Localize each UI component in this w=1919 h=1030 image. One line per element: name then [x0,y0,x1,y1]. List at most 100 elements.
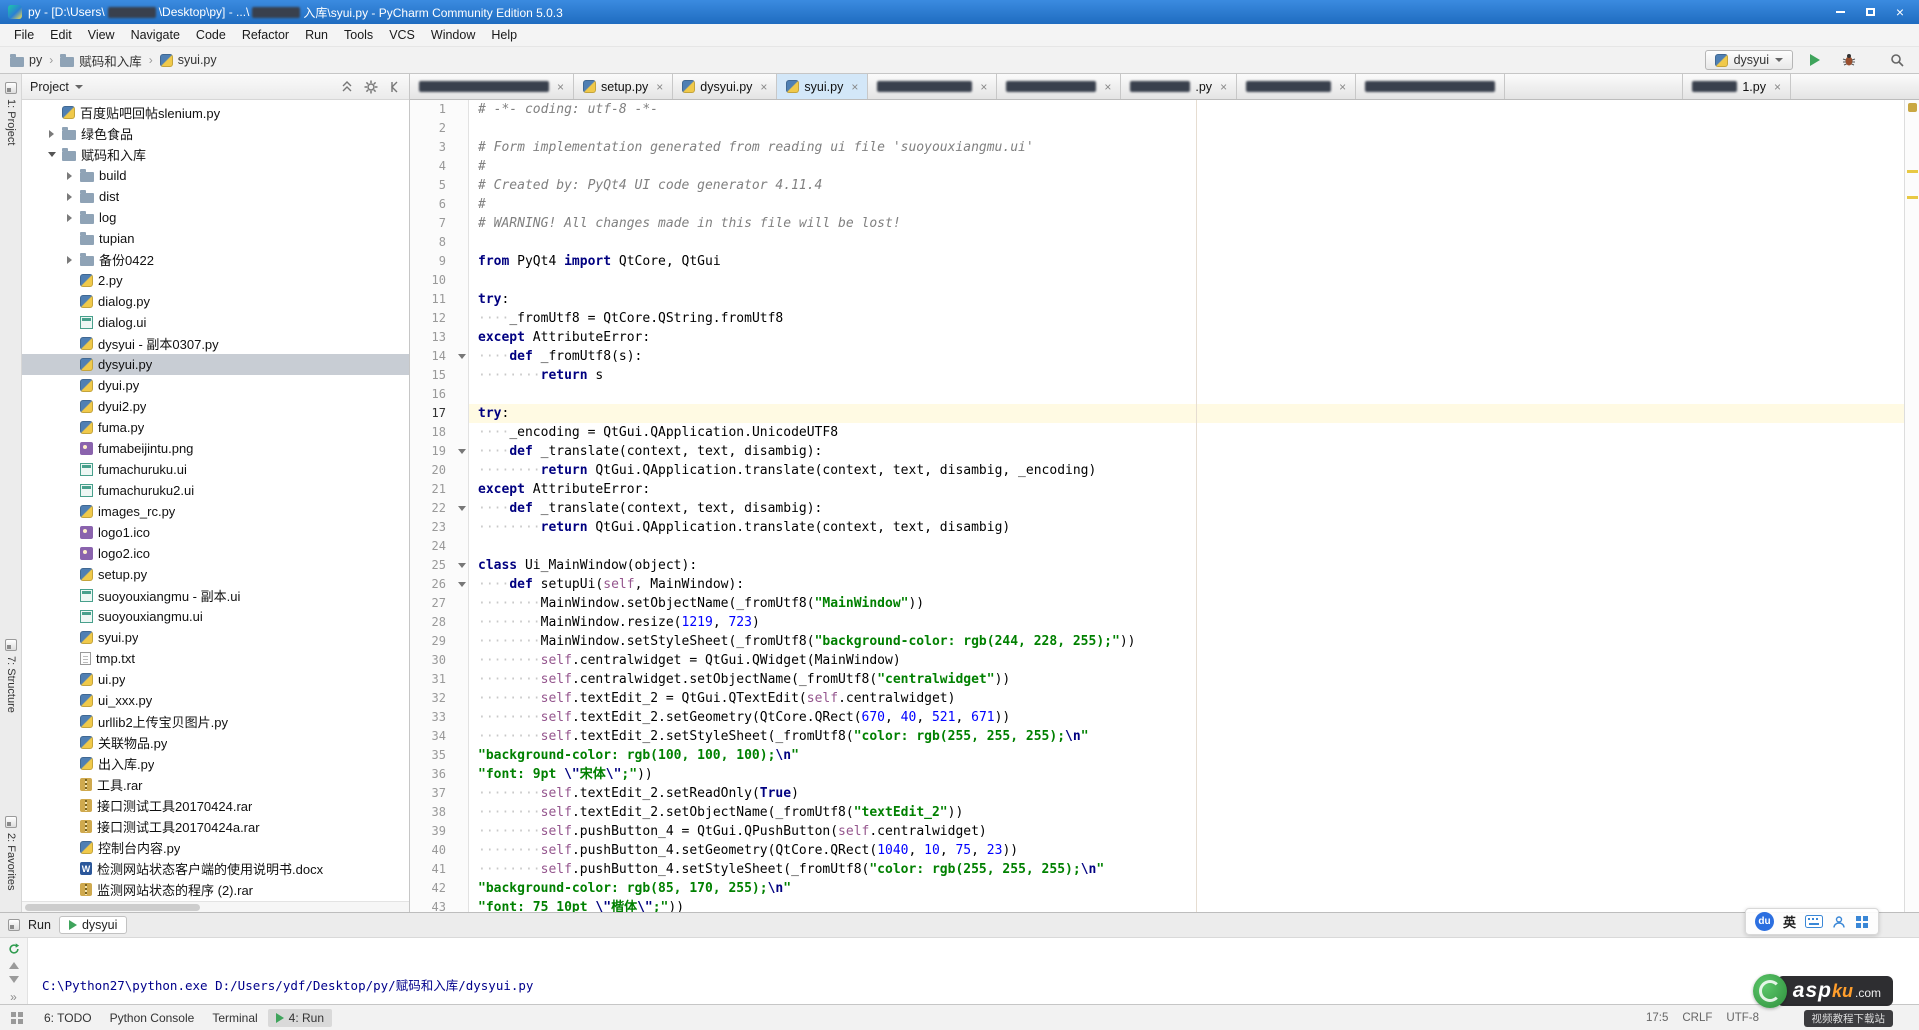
close-icon[interactable]: × [1339,80,1346,94]
minimize-button[interactable] [1825,2,1855,22]
hide-panel-icon[interactable] [389,81,401,93]
menu-item-refactor[interactable]: Refactor [234,26,297,44]
expand-arrow-icon[interactable] [46,130,57,138]
editor-tab-setup-py[interactable]: setup.py× [574,74,673,99]
close-icon[interactable]: × [1104,80,1111,94]
editor-tab-redacted[interactable] [1356,74,1505,99]
tree-item[interactable]: dist [22,186,409,207]
baidu-ime-icon[interactable]: du [1755,912,1774,931]
tree-item[interactable]: suoyouxiangmu - 副本.ui [22,585,409,606]
tree-item[interactable]: 关联物品.py [22,732,409,753]
editor-tab-redacted[interactable]: × [1237,74,1356,99]
tree-item[interactable]: dysyui - 副本0307.py [22,333,409,354]
editor-tab-redacted[interactable]: × [410,74,574,99]
tree-item[interactable]: suoyouxiangmu.ui [22,606,409,627]
collapse-all-icon[interactable] [341,81,353,93]
run-button[interactable] [1803,49,1827,71]
toolwindow-button-terminal[interactable]: Terminal [204,1009,265,1027]
menu-item-tools[interactable]: Tools [336,26,381,44]
tree-item[interactable]: 百度贴吧回帖slenium.py [22,102,409,123]
run-console[interactable]: C:\Python27\python.exe D:/Users/ydf/Desk… [28,938,1919,1004]
close-icon[interactable]: × [656,80,663,94]
close-icon[interactable]: × [1220,80,1227,94]
tree-item[interactable]: dysyui.py [22,354,409,375]
tree-item[interactable]: images_rc.py [22,501,409,522]
fold-marker-icon[interactable] [456,575,469,594]
tree-item[interactable]: ui_xxx.py [22,690,409,711]
collapse-arrow-icon[interactable] [46,152,57,157]
tree-item[interactable]: 2.py [22,270,409,291]
close-icon[interactable]: × [851,80,858,94]
expand-arrow-icon[interactable] [64,256,75,264]
project-view-selector[interactable]: Project [30,80,83,94]
tree-item[interactable]: 工具.rar [22,774,409,795]
tree-item[interactable]: fuma.py [22,417,409,438]
breadcrumb-item[interactable]: py [10,53,42,67]
editor-tab-redacted[interactable]: .py× [1121,74,1237,99]
editor-tab-redacted[interactable]: × [997,74,1121,99]
fold-marker-icon[interactable] [456,442,469,461]
grid-icon[interactable] [1855,915,1869,929]
person-icon[interactable] [1832,915,1846,929]
tree-item[interactable]: 监测网站状态的程序 (2).rar [22,879,409,900]
toolwindow-button-4-run[interactable]: 4: Run [268,1009,332,1027]
close-icon[interactable]: × [557,80,564,94]
breadcrumb-item[interactable]: syui.py [160,53,217,67]
horizontal-scrollbar[interactable] [22,901,409,912]
keyboard-icon[interactable] [1805,915,1823,928]
editor-tab-redacted[interactable]: × [868,74,997,99]
more-icon[interactable]: » [10,990,17,1004]
close-icon[interactable]: × [760,80,767,94]
tree-item[interactable]: tupian [22,228,409,249]
tree-item[interactable]: dialog.py [22,291,409,312]
tree-item[interactable]: fumachuruku2.ui [22,480,409,501]
rerun-icon[interactable] [7,943,21,955]
tree-item[interactable]: ui.py [22,669,409,690]
title-bar[interactable]: py - [D:\Users\ \Desktop\py] - ...\ 入库\s… [0,0,1919,24]
menu-item-view[interactable]: View [80,26,123,44]
close-icon[interactable]: × [1774,80,1781,94]
editor-tab-dysyui-py[interactable]: dysyui.py× [673,74,777,99]
expand-arrow-icon[interactable] [64,214,75,222]
tree-item[interactable]: setup.py [22,564,409,585]
editor[interactable]: 1# -*- coding: utf-8 -*-23# Form impleme… [410,100,1919,912]
tree-item[interactable]: fumabeijintu.png [22,438,409,459]
menu-item-code[interactable]: Code [188,26,234,44]
tree-item[interactable]: 检测网站状态客户端的使用说明书.docx [22,858,409,879]
tree-item[interactable]: 控制台内容.py [22,837,409,858]
error-stripe[interactable] [1904,100,1919,912]
menu-item-help[interactable]: Help [483,26,525,44]
tree-item[interactable]: build [22,165,409,186]
tree-item[interactable]: dyui.py [22,375,409,396]
editor-tab-syui-py[interactable]: syui.py× [777,74,868,99]
menu-item-edit[interactable]: Edit [42,26,80,44]
run-tab[interactable]: dysyui [59,916,127,934]
tree-item[interactable]: 备份0422 [22,249,409,270]
tree-item[interactable]: 赋码和入库 [22,144,409,165]
tool-window-button-project[interactable]: 1: Project [0,82,22,145]
tree-item[interactable]: dialog.ui [22,312,409,333]
menu-item-file[interactable]: File [6,26,42,44]
menu-item-window[interactable]: Window [423,26,483,44]
breadcrumb-item[interactable]: 赋码和入库 [60,51,142,70]
down-arrow-icon[interactable] [9,976,19,983]
expand-arrow-icon[interactable] [64,193,75,201]
tree-item[interactable]: log [22,207,409,228]
maximize-button[interactable] [1855,2,1885,22]
tool-window-button-favorites[interactable]: 2: Favorites [0,816,22,890]
tree-item[interactable]: 接口测试工具20170424a.rar [22,816,409,837]
debug-button[interactable] [1837,49,1861,71]
toolwindow-button-6-todo[interactable]: 6: TODO [36,1009,100,1027]
code-area[interactable]: 1# -*- coding: utf-8 -*-23# Form impleme… [410,100,1904,912]
expand-arrow-icon[interactable] [64,172,75,180]
ime-language-indicator[interactable]: 英 [1783,912,1796,931]
scrollbar-thumb[interactable] [25,904,200,911]
up-arrow-icon[interactable] [9,962,19,969]
tool-window-button-structure[interactable]: 7: Structure [0,639,22,713]
close-icon[interactable]: × [980,80,987,94]
settings-gear-icon[interactable] [364,80,378,94]
search-everywhere-button[interactable] [1885,49,1909,71]
tree-item[interactable]: syui.py [22,627,409,648]
fold-marker-icon[interactable] [456,347,469,366]
fold-marker-icon[interactable] [456,499,469,518]
